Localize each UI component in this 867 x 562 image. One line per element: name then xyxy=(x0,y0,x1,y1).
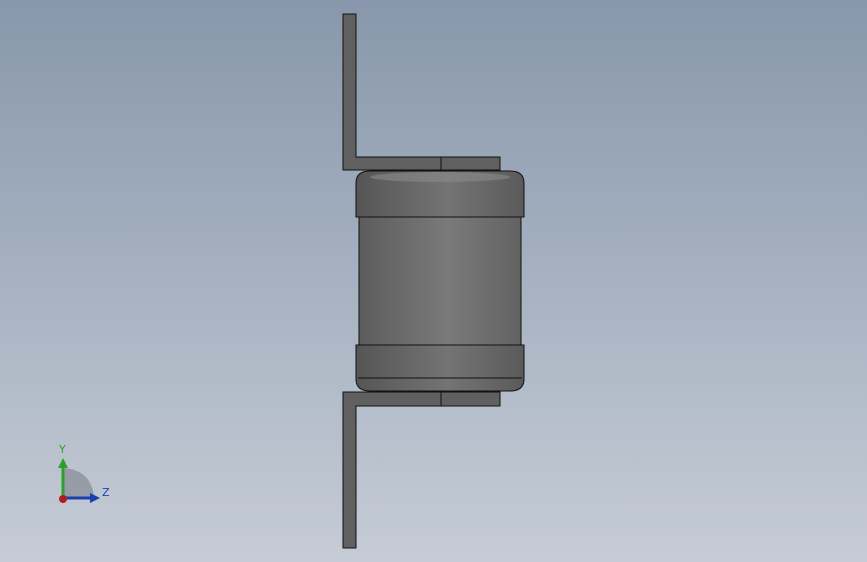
triad-xz-plane xyxy=(63,468,94,498)
fuse-body[interactable] xyxy=(358,216,522,346)
triad-z-arrowhead xyxy=(90,493,100,503)
top-cap-highlight xyxy=(370,172,510,182)
triad-y-label: Y xyxy=(59,443,66,456)
lower-lead-terminal[interactable] xyxy=(342,391,501,549)
coordinate-triad: Y Z xyxy=(40,438,120,518)
triad-y-arrowhead xyxy=(58,458,68,468)
fuse-model[interactable] xyxy=(0,0,867,562)
triad-z-label: Z xyxy=(102,486,110,499)
triad-x-axis-point xyxy=(59,495,67,503)
triad-graphic xyxy=(58,458,100,503)
upper-lead-terminal[interactable] xyxy=(342,13,501,171)
bottom-end-cap[interactable] xyxy=(355,344,525,392)
graphics-viewport[interactable]: Y Z xyxy=(0,0,867,562)
